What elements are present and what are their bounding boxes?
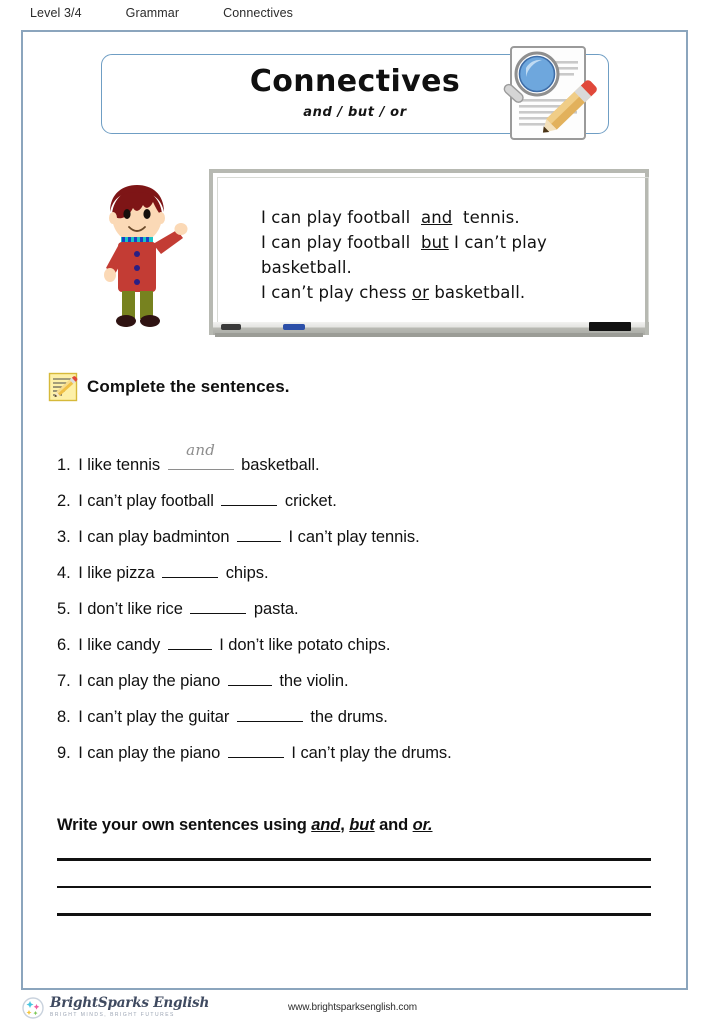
boy-waving-illustration xyxy=(104,185,188,327)
answer-blank[interactable] xyxy=(236,706,303,722)
question-text-after: chips. xyxy=(221,564,269,582)
question-number: 6. xyxy=(57,636,71,654)
question-text-before: I like candy xyxy=(73,636,165,654)
brand-tagline: BRIGHT MINDS, BRIGHT FUTURES xyxy=(50,1012,175,1018)
brand-text: BrightSparks English BRIGHT MINDS, BRIGH… xyxy=(50,996,209,1019)
question-number: 9. xyxy=(57,744,71,762)
question-item: 2. I can’t play football cricket. xyxy=(57,483,666,519)
whiteboard-line: I can play football and tennis. xyxy=(261,208,520,227)
meta-subject: Grammar xyxy=(125,6,180,20)
answer-blank[interactable] xyxy=(221,490,278,506)
question-item: 6. I like candy I don’t like potato chip… xyxy=(57,627,666,663)
question-text-before: I like tennis xyxy=(73,456,165,474)
question-text-before: I can play the piano xyxy=(73,744,225,762)
meta-topic: Connectives xyxy=(223,6,294,20)
whiteboard-tray-shadow xyxy=(215,333,643,337)
black-marker-icon xyxy=(221,324,241,330)
write-answer-line[interactable] xyxy=(57,913,651,916)
write-answer-line[interactable] xyxy=(57,885,651,888)
question-number: 5. xyxy=(57,600,71,618)
write-heading-keyword: or. xyxy=(412,816,433,834)
write-section-heading: Write your own sentences using and, but … xyxy=(57,816,433,835)
question-text-before: I can’t play football xyxy=(73,492,219,510)
write-answer-line[interactable] xyxy=(57,858,651,861)
write-heading-keyword: but xyxy=(349,816,375,834)
notepad-pencil-icon xyxy=(48,372,78,402)
question-text-after: the violin. xyxy=(274,672,349,690)
sparkle-badge-icon xyxy=(22,996,44,1019)
brand-logo: BrightSparks English BRIGHT MINDS, BRIGH… xyxy=(22,996,209,1019)
worksheet-page-frame: Connectives and / but / or I can play fo… xyxy=(21,30,688,990)
footer-url: www.brightsparksenglish.com xyxy=(288,1002,418,1013)
answer-blank[interactable] xyxy=(162,562,219,578)
write-heading-keyword: and xyxy=(311,816,341,834)
write-heading-text: Write your own sentences using xyxy=(57,816,312,834)
answer-blank[interactable]: and xyxy=(167,441,234,470)
worksheet-meta-header: Level 3/4 Grammar Connectives xyxy=(30,6,293,20)
blue-marker-icon xyxy=(283,324,305,330)
answer-blank[interactable] xyxy=(167,634,212,650)
answer-blank[interactable] xyxy=(227,670,272,686)
whiteboard-examples: I can play football and tennis. I can pl… xyxy=(209,169,649,341)
question-number: 1. xyxy=(57,456,71,474)
whiteboard-line: basketball. xyxy=(261,258,352,277)
question-text-before: I can play the piano xyxy=(73,672,225,690)
write-heading-text: , xyxy=(340,816,350,834)
question-text-after: I can’t play the drums. xyxy=(286,744,452,762)
whiteboard-line: I can play football but I can’t play xyxy=(261,233,547,252)
question-item: 9. I can play the piano I can’t play the… xyxy=(57,735,666,771)
question-text-before: I don’t like rice xyxy=(73,600,188,618)
meta-level: Level 3/4 xyxy=(30,6,82,20)
question-text-before: I like pizza xyxy=(73,564,160,582)
page-footer: BrightSparks English BRIGHT MINDS, BRIGH… xyxy=(0,996,709,1024)
question-text-after: I don’t like potato chips. xyxy=(214,636,391,654)
answer-example-text: and xyxy=(186,441,216,459)
question-text-after: cricket. xyxy=(280,492,337,510)
question-text-after: basketball. xyxy=(236,456,320,474)
instruction-row: Complete the sentences. xyxy=(48,372,290,402)
write-answer-lines xyxy=(57,858,651,941)
question-item: 7. I can play the piano the violin. xyxy=(57,663,666,699)
instruction-text: Complete the sentences. xyxy=(87,377,290,396)
whiteboard-line: I can’t play chess or basketball. xyxy=(261,283,526,302)
answer-blank[interactable] xyxy=(237,526,282,542)
question-number: 7. xyxy=(57,672,71,690)
questions-list: 1. I like tennis and basketball. 2. I can… xyxy=(57,441,666,771)
question-text-after: I can’t play tennis. xyxy=(284,528,420,546)
question-item: 3. I can play badminton I can’t play ten… xyxy=(57,519,666,555)
brand-name: BrightSparks English xyxy=(50,995,210,1011)
whiteboard-text: I can play football and tennis. I can pl… xyxy=(261,205,635,305)
question-number: 8. xyxy=(57,708,71,726)
question-item: 4. I like pizza chips. xyxy=(57,555,666,591)
question-number: 2. xyxy=(57,492,71,510)
answer-blank[interactable] xyxy=(227,742,284,758)
document-magnifier-pencil-icon xyxy=(503,46,597,140)
answer-blank[interactable] xyxy=(190,598,247,614)
question-number: 4. xyxy=(57,564,71,582)
question-text-before: I can’t play the guitar xyxy=(73,708,234,726)
question-text-after: the drums. xyxy=(305,708,388,726)
question-number: 3. xyxy=(57,528,71,546)
question-item: 1. I like tennis and basketball. xyxy=(57,441,666,483)
question-text-before: I can play badminton xyxy=(73,528,235,546)
question-text-after: pasta. xyxy=(249,600,299,618)
question-item: 5. I don’t like rice pasta. xyxy=(57,591,666,627)
question-item: 8. I can’t play the guitar the drums. xyxy=(57,699,666,735)
write-heading-text: and xyxy=(374,816,413,834)
board-eraser-icon xyxy=(589,322,631,331)
